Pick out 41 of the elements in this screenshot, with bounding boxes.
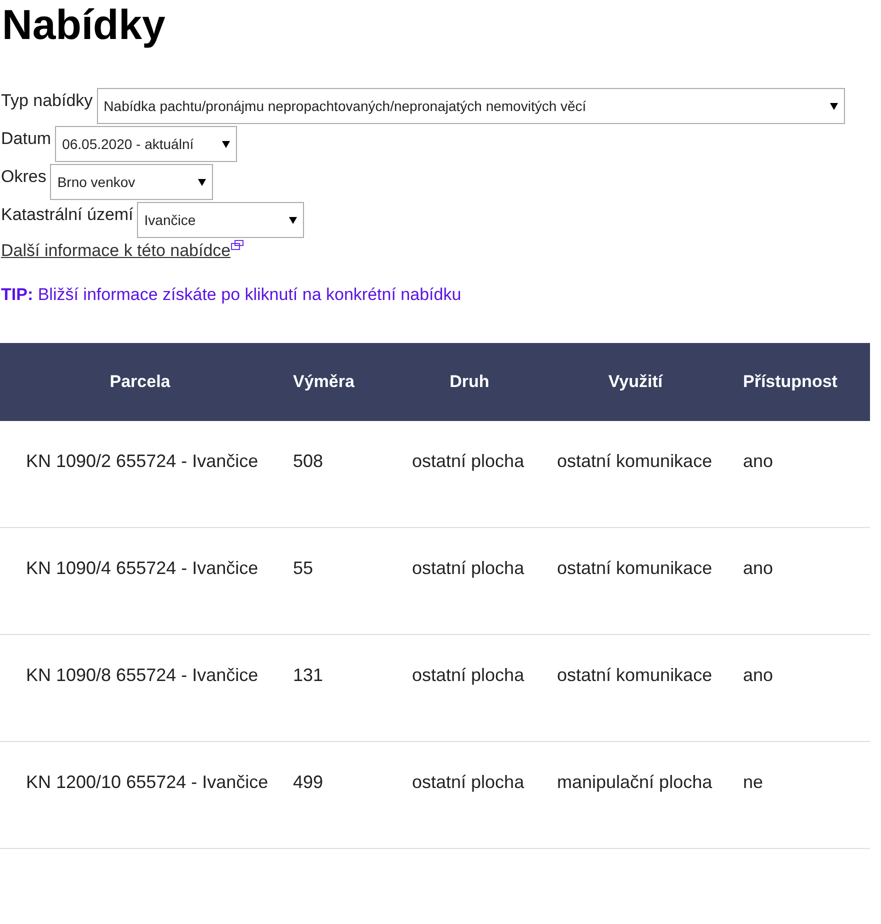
column-header: Výměra (292, 371, 356, 394)
table-cell: ne (743, 772, 764, 792)
table-cell: ostatní plocha (412, 772, 524, 792)
table-cell: ostatní komunikace (557, 665, 712, 685)
filter-label: Okres (1, 166, 46, 188)
caret-icon (830, 102, 838, 110)
table-cell: ostatní komunikace (557, 451, 712, 471)
caret-icon (222, 140, 230, 148)
table-cell: ostatní plocha (412, 558, 524, 578)
info-link[interactable]: Další informace k této nabídce (1, 238, 231, 264)
caret-icon (198, 178, 206, 186)
filter-label: Katastrální území (1, 204, 134, 226)
column-header: Přístupnost (742, 371, 838, 394)
table-cell: 508 (293, 451, 324, 471)
page-title: Nabídky (1, 0, 166, 46)
table-cell: ano (743, 451, 774, 471)
table-cell: 55 (293, 558, 314, 578)
table-cell: ostatní komunikace (557, 558, 712, 578)
column-header: Parcela (108, 371, 172, 394)
dropdown[interactable]: 06.05.2020 - aktuální (55, 126, 238, 162)
external-link-icon (230, 240, 244, 250)
tip-text: TIP: Bližší informace získáte po kliknutí na konkrétní nabídku (0, 284, 462, 306)
table-cell: 499 (293, 772, 324, 792)
table-cell: manipulační plocha (557, 772, 712, 792)
table-cell: ano (743, 665, 774, 685)
filter-label: Datum (1, 128, 52, 150)
table-cell: ostatní plocha (412, 665, 524, 685)
table-cell: ano (743, 558, 774, 578)
table-cell: KN 1090/8 655724 - Ivančice (26, 665, 258, 685)
caret-icon (289, 216, 298, 224)
column-header: Využití (607, 371, 664, 394)
table-cell: KN 1090/4 655724 - Ivančice (26, 558, 258, 578)
filter-label: Typ nabídky (1, 90, 93, 112)
table-cell: KN 1090/2 655724 - Ivančice (26, 451, 258, 471)
table-cell: KN 1200/10 655724 - Ivančice (26, 772, 268, 792)
table-cell: 131 (293, 665, 324, 685)
column-header: Druh (448, 371, 490, 394)
dropdown[interactable]: Ivančice (137, 202, 304, 238)
dropdown[interactable]: Nabídka pachtu/pronájmu nepropachtovaných/nepronajatých nemovitých věcí (96, 88, 845, 124)
dropdown[interactable]: Brno venkov (50, 164, 214, 200)
table-cell: ostatní plocha (412, 451, 524, 471)
